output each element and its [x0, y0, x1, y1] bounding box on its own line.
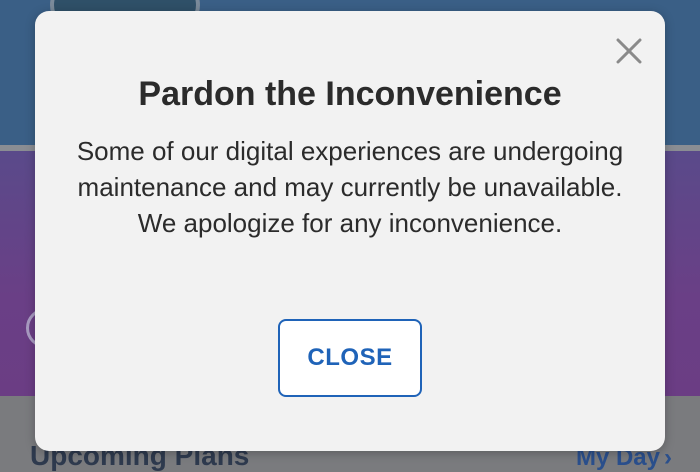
- app-screen: › Upcoming Plans My Day› Pardon the Inco…: [0, 0, 700, 472]
- chevron-right-icon: ›: [664, 444, 672, 471]
- dialog-message: Some of our digital experiences are unde…: [76, 136, 624, 238]
- close-icon[interactable]: [613, 35, 645, 67]
- close-button[interactable]: CLOSE: [278, 319, 422, 397]
- maintenance-dialog: Pardon the Inconvenience Some of our dig…: [35, 11, 665, 451]
- dialog-title: Pardon the Inconvenience: [138, 75, 562, 113]
